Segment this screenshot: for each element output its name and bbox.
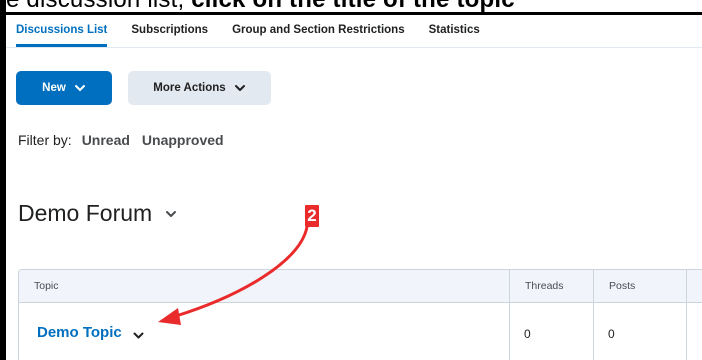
- topic-title-link[interactable]: Demo Topic: [37, 324, 122, 341]
- chevron-down-icon: [74, 85, 85, 91]
- filter-bar: Filter by: Unread Unapproved: [18, 132, 236, 148]
- caption-divider: [6, 12, 702, 15]
- chevron-down-icon: [234, 85, 245, 91]
- header-extra: [686, 270, 702, 302]
- filter-label: Filter by:: [18, 132, 72, 148]
- chevron-down-icon[interactable]: [132, 329, 145, 342]
- posts-cell: 0: [593, 303, 686, 360]
- tabs-divider: [6, 47, 702, 48]
- new-button-label: New: [42, 82, 66, 94]
- forum-title: Demo Forum: [18, 200, 153, 226]
- more-actions-label: More Actions: [153, 82, 226, 94]
- filter-unapproved-link[interactable]: Unapproved: [142, 132, 224, 148]
- new-button[interactable]: New: [16, 71, 112, 105]
- extra-cell: [686, 303, 702, 360]
- tab-statistics[interactable]: Statistics: [429, 20, 480, 44]
- filter-unread-link[interactable]: Unread: [82, 132, 130, 148]
- topics-table: Topic Threads Posts Demo Topic 0 0: [18, 269, 702, 360]
- tab-subscriptions[interactable]: Subscriptions: [131, 20, 208, 44]
- step-number-badge: 2: [305, 205, 319, 227]
- header-posts: Posts: [593, 270, 686, 302]
- chevron-down-icon[interactable]: [164, 207, 178, 221]
- tab-group-section-restrictions[interactable]: Group and Section Restrictions: [232, 20, 405, 44]
- header-threads: Threads: [509, 270, 593, 302]
- table-row: Demo Topic 0 0: [19, 303, 702, 360]
- left-border: [0, 0, 6, 360]
- page: e discussion list, click on the title of…: [0, 0, 702, 360]
- tab-discussions-list[interactable]: Discussions List: [16, 20, 108, 47]
- tab-bar: Discussions List Subscriptions Group and…: [16, 20, 504, 47]
- forum-heading: Demo Forum: [18, 200, 178, 227]
- table-header: Topic Threads Posts: [19, 270, 702, 303]
- header-topic: Topic: [34, 280, 59, 292]
- more-actions-button[interactable]: More Actions: [128, 71, 271, 105]
- topic-cell: Demo Topic: [19, 303, 509, 360]
- threads-cell: 0: [509, 303, 593, 360]
